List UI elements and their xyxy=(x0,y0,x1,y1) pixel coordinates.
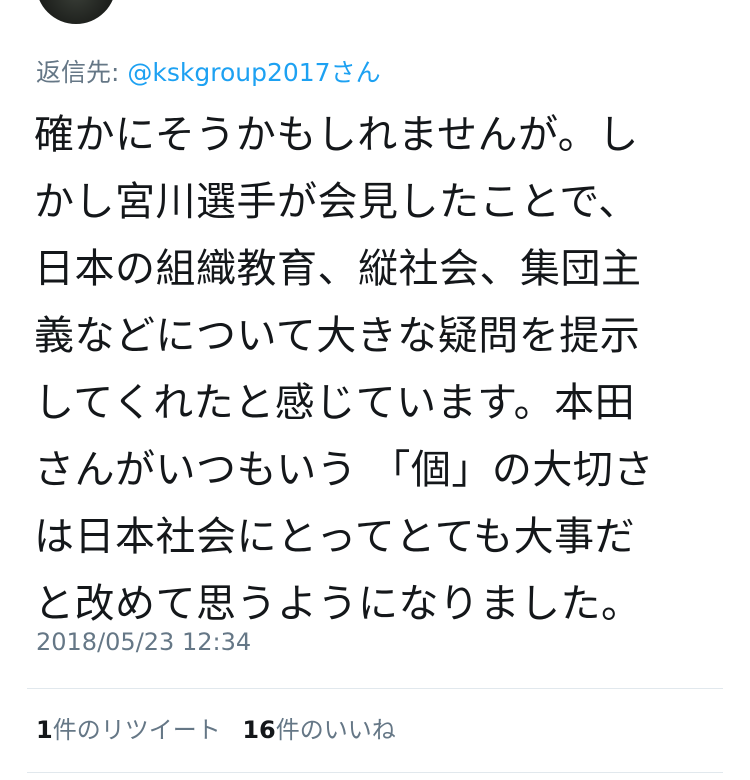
tweet-line: かし宮川選手が会見したことで、 xyxy=(34,179,639,225)
tweet-timestamp[interactable]: 2018/05/23 12:34 xyxy=(36,626,251,658)
divider xyxy=(27,688,723,689)
tweet-line: してくれたと感じています。本田 xyxy=(34,380,636,426)
retweet-label: 件のリツイート xyxy=(52,716,221,744)
like-count: 16 xyxy=(242,716,276,744)
avatar[interactable] xyxy=(36,0,116,24)
divider xyxy=(27,772,723,773)
tweet-line: 義などについて大きな疑問を提示 xyxy=(34,313,641,359)
reply-context: 返信先: @kskgroup2017さん xyxy=(36,56,381,90)
retweet-count-link[interactable]: 1件のリツイート xyxy=(36,714,221,746)
tweet-stats: 1件のリツイート 16件のいいね xyxy=(36,714,410,746)
reply-handle-link[interactable]: @kskgroup2017さん xyxy=(127,58,380,87)
like-label: 件のいいね xyxy=(275,716,396,744)
tweet-text: 確かにそうかもしれませんが。し かし宮川選手が会見したことで、 日本の組織教育、… xyxy=(34,102,724,638)
reply-prefix: 返信先: xyxy=(36,58,128,87)
tweet-line: さんがいつもいう 「個」の大切さ xyxy=(34,447,654,493)
tweet-line: 日本の組織教育、縦社会、集団主 xyxy=(34,246,642,292)
like-count-link[interactable]: 16件のいいね xyxy=(242,714,395,746)
tweet-line: は日本社会にとってとても大事だ xyxy=(34,514,636,560)
tweet-line: 確かにそうかもしれませんが。し xyxy=(34,112,639,158)
retweet-count: 1 xyxy=(36,716,53,744)
